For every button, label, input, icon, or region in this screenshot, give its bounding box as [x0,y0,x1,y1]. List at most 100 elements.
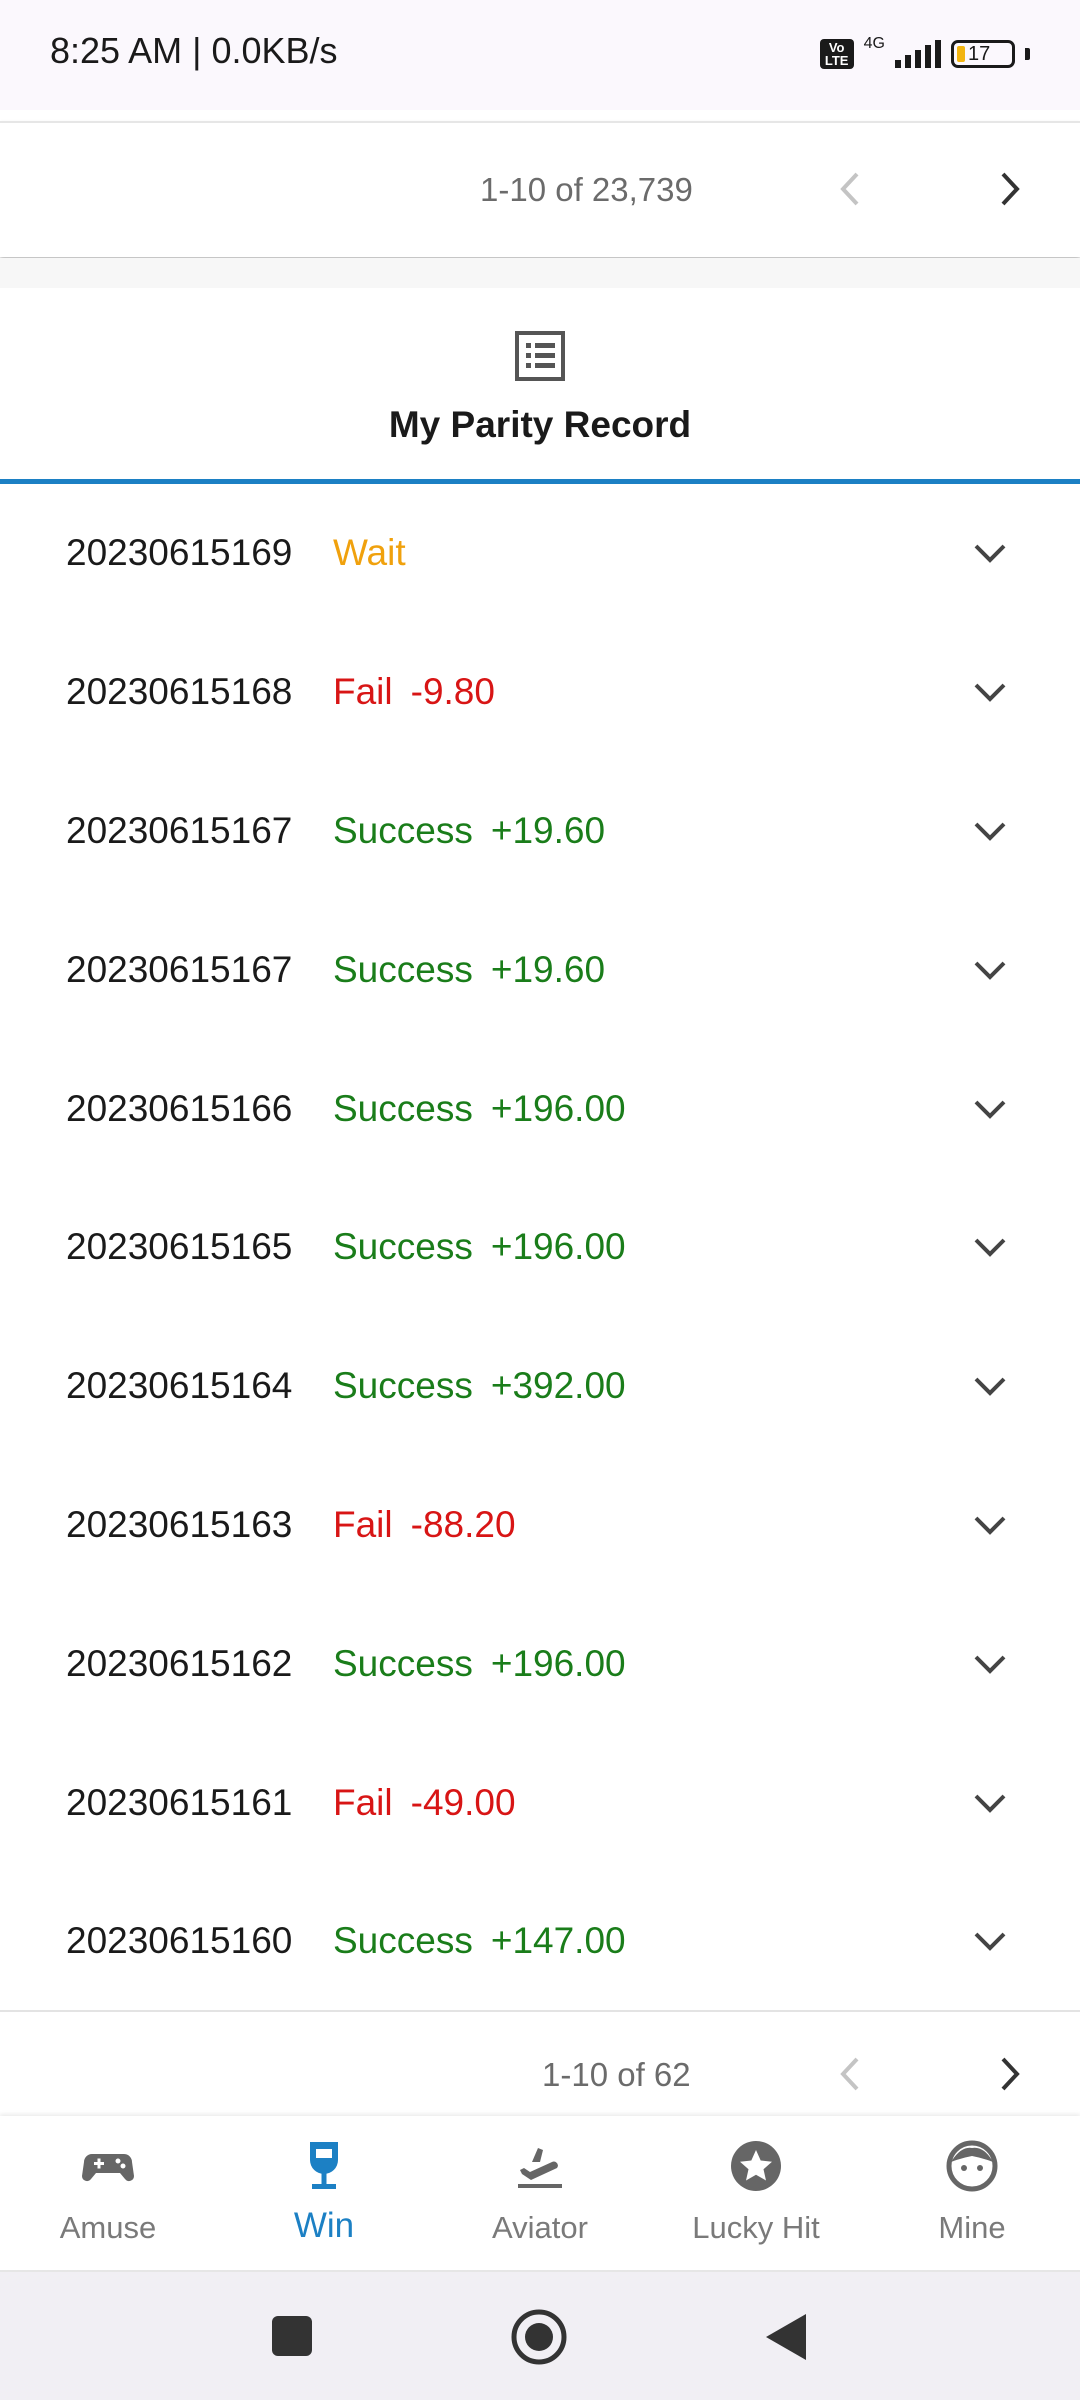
nav-amuse[interactable]: Amuse [0,2116,216,2270]
record-status: Success [333,1226,473,1268]
chevron-down-icon[interactable] [970,811,1010,851]
record-title: My Parity Record [388,404,692,445]
chevron-left-icon [840,172,859,206]
record-row[interactable]: 20230615160 Success +147.00 [0,1872,1080,2011]
record-status: Wait [333,532,406,574]
nav-label: Mine [938,2210,1006,2245]
pagination-range: 1-10 of 23,739 [480,171,693,208]
section-separator [0,258,1080,288]
chevron-right-icon [1001,172,1020,206]
home-button[interactable] [510,2308,568,2366]
nav-mine[interactable]: Mine [864,2116,1080,2270]
prev-page-button[interactable] [820,2044,880,2104]
record-amount: +19.60 [490,948,606,990]
nav-label: Aviator [492,2210,588,2245]
chevron-down-icon[interactable] [970,1227,1010,1267]
record-amount: +196.00 [490,1226,626,1268]
record-period: 20230615164 [66,1365,293,1407]
record-row[interactable]: 20230615167 Success +19.60 [0,900,1080,1039]
pagination-range: 1-10 of 62 [542,2056,691,2093]
chevron-down-icon[interactable] [970,672,1010,712]
nav-label: Lucky Hit [692,2210,820,2245]
recents-button[interactable] [271,2315,313,2357]
record-row[interactable]: 20230615162 Success +196.00 [0,1594,1080,1733]
record-status: Success [333,948,473,990]
face-icon [946,2140,998,2192]
top-pagination: 1-10 of 23,739 [0,121,1080,257]
record-row[interactable]: 20230615168 Fail -9.80 [0,623,1080,762]
record-row[interactable]: 20230615167 Success +19.60 [0,762,1080,901]
nav-aviator[interactable]: Aviator [432,2116,648,2270]
nav-win[interactable]: Win [216,2116,432,2270]
record-amount: -88.20 [410,1503,516,1545]
status-bar: 8:25 AM | 0.0KB/s Vo LTE 4G 17 [0,0,1080,110]
record-amount: +147.00 [490,1920,626,1962]
record-amount: +392.00 [490,1365,626,1407]
record-period: 20230615161 [66,1781,293,1823]
status-icons: Vo LTE 4G 17 [819,34,1030,74]
chevron-down-icon[interactable] [970,533,1010,573]
record-period: 20230615167 [66,948,293,990]
record-row[interactable]: 20230615165 Success +196.00 [0,1178,1080,1317]
next-page-button[interactable] [980,159,1040,219]
chevron-down-icon[interactable] [970,1644,1010,1684]
record-status: Success [333,1087,473,1129]
chevron-down-icon[interactable] [970,1921,1010,1961]
record-period: 20230615163 [66,1503,293,1545]
record-period: 20230615166 [66,1087,293,1129]
prev-page-button[interactable] [820,159,880,219]
gamepad-icon [82,2154,134,2181]
record-period: 20230615167 [66,809,293,851]
record-status: Success [333,1642,473,1684]
record-status: Success [333,809,473,851]
chevron-down-icon[interactable] [970,950,1010,990]
records-list: 20230615169 Wait 20230615168 Fail -9.80 20230… [0,484,1080,2011]
chevron-down-icon[interactable] [970,1089,1010,1129]
record-period: 20230615165 [66,1226,293,1268]
bottom-pagination: 1-10 of 62 [0,2012,1080,2116]
system-navigation-bar [0,2272,1080,2400]
chevron-down-icon[interactable] [970,1366,1010,1406]
next-page-button[interactable] [980,2044,1040,2104]
record-status: Fail [333,1503,393,1545]
record-amount: +19.60 [490,809,606,851]
bottom-navigation: Amuse Win Aviator Lucky Hit Mine [0,2116,1080,2272]
chevron-left-icon [840,2057,859,2091]
network-type: 4G [863,35,885,52]
record-row[interactable]: 20230615169 Wait [0,484,1080,623]
record-tab-header: My Parity Record [0,288,1080,484]
record-status: Fail [333,671,393,713]
chevron-down-icon[interactable] [970,1505,1010,1545]
signal-icon [895,40,941,68]
record-row[interactable]: 20230615161 Fail -49.00 [0,1733,1080,1872]
record-status: Success [333,1920,473,1962]
record-amount: -9.80 [410,671,495,713]
record-period: 20230615169 [66,532,293,574]
record-period: 20230615168 [66,671,293,713]
volte-icon: Vo LTE [819,39,854,69]
record-row[interactable]: 20230615166 Success +196.00 [0,1039,1080,1178]
record-amount: +196.00 [490,1642,626,1684]
list-document-icon [515,331,565,381]
record-status: Fail [333,1781,393,1823]
nav-label: Amuse [59,2210,157,2245]
battery-level: 17 [968,42,991,65]
record-status: Success [333,1365,473,1407]
star-badge-icon [731,2141,781,2191]
record-row[interactable]: 20230615163 Fail -88.20 [0,1456,1080,1595]
chevron-down-icon[interactable] [970,1783,1010,1823]
record-amount: +196.00 [490,1087,626,1129]
airplane-icon [518,2148,562,2188]
battery-icon: 17 [951,40,1015,68]
battery-tip [1025,48,1030,60]
nav-lucky-hit[interactable]: Lucky Hit [648,2116,864,2270]
record-period: 20230615160 [66,1920,293,1962]
record-period: 20230615162 [66,1642,293,1684]
status-time: 8:25 AM | 0.0KB/s [50,30,338,71]
trophy-cup-icon [310,2142,338,2189]
nav-label: Win [293,2206,355,2245]
record-amount: -49.00 [410,1781,516,1823]
record-row[interactable]: 20230615164 Success +392.00 [0,1317,1080,1456]
chevron-right-icon [1001,2057,1020,2091]
back-button[interactable] [764,2312,808,2362]
